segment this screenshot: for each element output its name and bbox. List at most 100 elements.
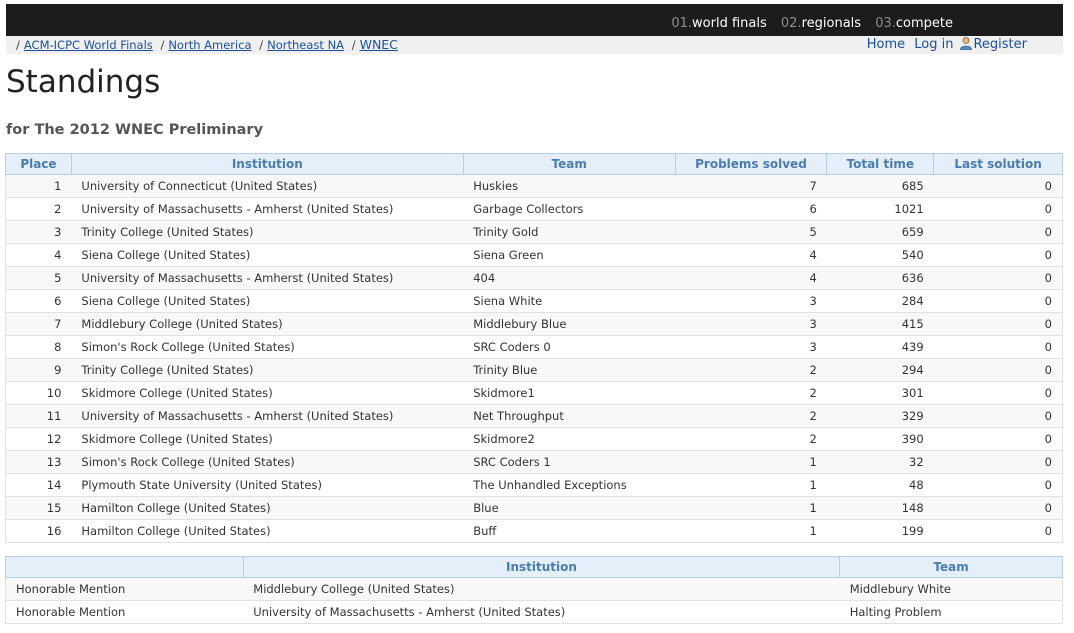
place-cell: 9 — [5, 358, 72, 382]
last-solution-cell: 0 — [933, 220, 1063, 244]
total-time-cell: 439 — [826, 335, 934, 359]
table-row: 5 University of Massachusetts - Amherst (… — [5, 266, 1063, 290]
team-cell: Halting Problem — [839, 600, 1063, 624]
page-title: Standings — [6, 64, 161, 100]
table-row: 7 Middlebury College (United States) Middl… — [5, 312, 1063, 336]
total-time-cell: 685 — [826, 174, 934, 198]
home-link[interactable]: Home — [867, 37, 905, 52]
breadcrumb-link-world-finals[interactable]: ACM-ICPC World Finals — [24, 38, 153, 52]
team-cell: 404 — [463, 266, 676, 290]
total-time-cell: 32 — [826, 450, 934, 474]
total-time-cell: 415 — [826, 312, 934, 336]
institution-cell: Simon's Rock College (United States) — [71, 450, 464, 474]
institution-cell: Skidmore College (United States) — [71, 381, 464, 405]
team-cell: Blue — [463, 496, 676, 520]
place-cell: 10 — [5, 381, 72, 405]
problems-solved-cell: 1 — [675, 496, 827, 520]
table-row: 11 University of Massachusetts - Amherst … — [5, 404, 1063, 428]
nav-regionals[interactable]: 02.regionals — [781, 16, 861, 31]
last-solution-cell: 0 — [933, 519, 1063, 543]
breadcrumb-separator: / — [16, 38, 20, 52]
breadcrumb-link-wnec[interactable]: WNEC — [360, 37, 398, 52]
table-row: 12 Skidmore College (United States) Skidmo… — [5, 427, 1063, 451]
column-header-institution[interactable]: Institution — [242, 556, 841, 578]
last-solution-cell: 0 — [933, 473, 1063, 497]
user-icon — [960, 37, 973, 50]
problems-solved-cell: 4 — [675, 243, 827, 267]
team-cell: SRC Coders 1 — [463, 450, 676, 474]
problems-solved-cell: 1 — [675, 473, 827, 497]
table-row: 14 Plymouth State University (United Stat… — [5, 473, 1063, 497]
table-row: 1 University of Connecticut (United State… — [5, 174, 1063, 198]
top-bar: 01.world finals 02.regionals 03.compete — [6, 4, 1063, 36]
column-header-place[interactable]: Place — [5, 153, 72, 175]
total-time-cell: 301 — [826, 381, 934, 405]
team-cell: Skidmore2 — [463, 427, 676, 451]
total-time-cell: 48 — [826, 473, 934, 497]
breadcrumb-separator: / — [351, 38, 356, 52]
login-link[interactable]: Log in — [914, 37, 953, 52]
institution-cell: University of Massachusetts - Amherst (U… — [243, 600, 840, 624]
problems-solved-cell: 4 — [675, 266, 827, 290]
breadcrumb-link-north-america[interactable]: North America — [168, 38, 251, 52]
institution-cell: Hamilton College (United States) — [71, 496, 464, 520]
column-header-team[interactable]: Team — [839, 556, 1063, 578]
table-row: 6 Siena College (United States) Siena Whit… — [5, 289, 1063, 313]
place-cell: 3 — [5, 220, 72, 244]
table-row: Honorable Mention Middlebury College (Uni… — [5, 577, 1063, 601]
total-time-cell: 284 — [826, 289, 934, 313]
nav-world-finals[interactable]: 01.world finals — [671, 16, 766, 31]
column-header-total-time[interactable]: Total time — [826, 153, 935, 175]
team-cell: Middlebury White — [839, 577, 1063, 601]
column-header-problems-solved[interactable]: Problems solved — [674, 153, 828, 175]
table-row: 9 Trinity College (United States) Trinity … — [5, 358, 1063, 382]
institution-cell: University of Massachusetts - Amherst (U… — [71, 197, 464, 221]
institution-cell: University of Massachusetts - Amherst (U… — [71, 404, 464, 428]
institution-cell: Plymouth State University (United States… — [71, 473, 464, 497]
mention-cell: Honorable Mention — [5, 600, 244, 624]
team-cell: Siena Green — [463, 243, 676, 267]
nav-label: compete — [895, 16, 953, 31]
user-nav: Home Log in Register — [862, 36, 1027, 52]
last-solution-cell: 0 — [933, 289, 1063, 313]
problems-solved-cell: 3 — [675, 312, 827, 336]
breadcrumb-link-northeast-na[interactable]: Northeast NA — [267, 38, 344, 52]
last-solution-cell: 0 — [933, 404, 1063, 428]
breadcrumb-separator: / — [259, 38, 264, 52]
place-cell: 15 — [5, 496, 72, 520]
last-solution-cell: 0 — [933, 266, 1063, 290]
column-header-team[interactable]: Team — [462, 153, 676, 175]
column-header-institution[interactable]: Institution — [70, 153, 464, 175]
mention-cell: Honorable Mention — [5, 577, 244, 601]
problems-solved-cell: 1 — [675, 450, 827, 474]
table-row: 15 Hamilton College (United States) Blue 1 1… — [5, 496, 1063, 520]
team-cell: Garbage Collectors — [463, 197, 676, 221]
last-solution-cell: 0 — [933, 243, 1063, 267]
place-cell: 8 — [5, 335, 72, 359]
institution-cell: Trinity College (United States) — [71, 220, 464, 244]
institution-cell: Siena College (United States) — [71, 243, 464, 267]
team-cell: Net Throughput — [463, 404, 676, 428]
problems-solved-cell: 3 — [675, 335, 827, 359]
table-row: 4 Siena College (United States) Siena Gree… — [5, 243, 1063, 267]
institution-cell: Hamilton College (United States) — [71, 519, 464, 543]
place-cell: 11 — [5, 404, 72, 428]
last-solution-cell: 0 — [933, 358, 1063, 382]
table-row: 2 University of Massachusetts - Amherst (… — [5, 197, 1063, 221]
last-solution-cell: 0 — [933, 427, 1063, 451]
honorable-mentions-table: Institution Team Honorable Mention Middle… — [5, 556, 1063, 624]
register-link[interactable]: Register — [973, 37, 1027, 52]
problems-solved-cell: 2 — [675, 358, 827, 382]
nav-number: 03. — [875, 16, 896, 31]
column-header-last-solution[interactable]: Last solution — [933, 153, 1063, 175]
institution-cell: University of Massachusetts - Amherst (U… — [71, 266, 464, 290]
institution-cell: Siena College (United States) — [71, 289, 464, 313]
nav-number: 01. — [671, 16, 693, 31]
problems-solved-cell: 6 — [675, 197, 827, 221]
team-cell: Huskies — [463, 174, 676, 198]
standings-header-row: Place Institution Team Problems solved T… — [5, 153, 1063, 175]
problems-solved-cell: 2 — [675, 381, 827, 405]
nav-compete[interactable]: 03.compete — [875, 16, 953, 31]
place-cell: 13 — [5, 450, 72, 474]
nav-label: regionals — [801, 16, 862, 31]
